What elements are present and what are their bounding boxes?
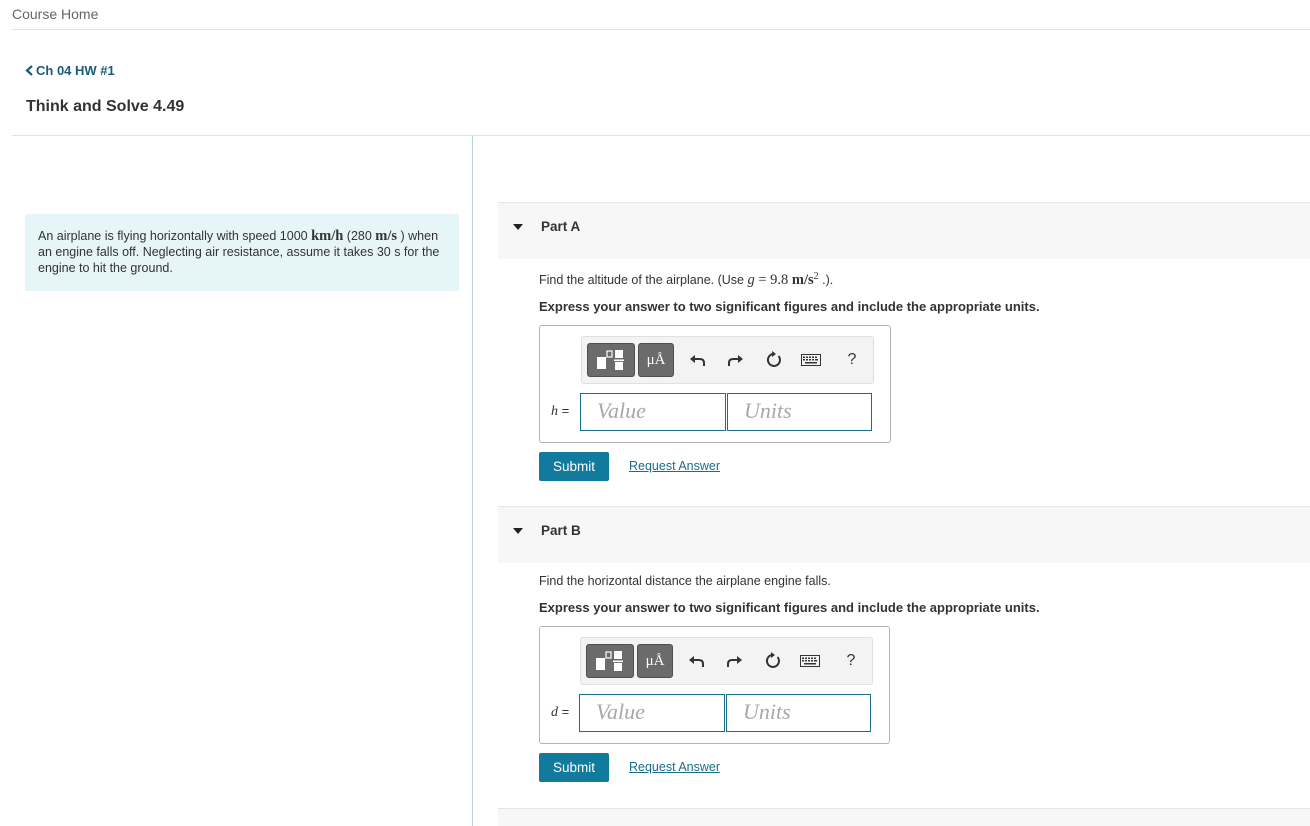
header-divider xyxy=(12,29,1310,30)
problem-text-1: An airplane is flying horizontally with … xyxy=(38,229,312,243)
back-to-assignment-link[interactable]: Ch 04 HW #1 xyxy=(25,63,115,78)
variable-symbol: h xyxy=(551,404,558,419)
keyboard-icon[interactable] xyxy=(799,650,821,672)
problem-statement: An airplane is flying horizontally with … xyxy=(25,214,459,291)
value-input[interactable]: Value xyxy=(580,393,726,431)
title-divider xyxy=(12,135,1310,136)
part-a-label: Part A xyxy=(541,219,581,234)
reset-icon[interactable] xyxy=(762,650,784,672)
units-button[interactable]: μÅ xyxy=(637,644,673,678)
variable-label: d = xyxy=(551,704,569,721)
part-b-question: Find the horizontal distance the airplan… xyxy=(539,574,831,588)
part-b-answer-box: μÅ ? d = Value Units xyxy=(539,626,890,744)
math-toolbar: μÅ ? xyxy=(580,637,873,685)
keyboard-icon[interactable] xyxy=(800,349,822,371)
speed-unit: km/h xyxy=(311,228,344,244)
templates-button[interactable] xyxy=(586,644,634,678)
part-a-instruction: Express your answer to two significant f… xyxy=(539,299,1040,314)
course-home-link[interactable]: Course Home xyxy=(12,6,98,22)
equals-sign: = xyxy=(558,403,570,418)
redo-icon[interactable] xyxy=(723,650,745,672)
next-part-header[interactable] xyxy=(498,808,1310,826)
page-title: Think and Solve 4.49 xyxy=(26,98,185,115)
templates-icon xyxy=(596,651,623,671)
help-icon[interactable]: ? xyxy=(841,349,863,371)
caret-down-icon[interactable] xyxy=(513,528,523,534)
part-b-header[interactable]: Part B xyxy=(498,506,1310,563)
back-link-label: Ch 04 HW #1 xyxy=(36,63,115,78)
variable-label: h = xyxy=(551,403,569,420)
caret-down-icon[interactable] xyxy=(513,224,523,230)
units-button[interactable]: μÅ xyxy=(638,343,674,377)
templates-button[interactable] xyxy=(587,343,635,377)
reset-icon[interactable] xyxy=(763,349,785,371)
question-variable: g xyxy=(747,272,755,289)
speed-unit-2: m/s xyxy=(375,228,398,244)
part-a-header[interactable]: Part A xyxy=(498,202,1310,259)
question-suffix: .). xyxy=(818,273,834,288)
variable-symbol: d xyxy=(551,705,558,720)
value-input[interactable]: Value xyxy=(579,694,725,732)
submit-button[interactable]: Submit xyxy=(539,452,609,481)
question-unit: m/s xyxy=(791,272,814,289)
chevron-left-icon xyxy=(25,65,33,76)
request-answer-link[interactable]: Request Answer xyxy=(629,760,720,774)
question-prefix: Find the altitude of the airplane. (Use xyxy=(539,273,748,288)
equals-sign: = xyxy=(558,704,570,719)
undo-icon[interactable] xyxy=(686,650,708,672)
units-input[interactable]: Units xyxy=(726,694,871,732)
math-toolbar: μÅ ? xyxy=(581,336,874,384)
redo-icon[interactable] xyxy=(724,349,746,371)
part-a-question: Find the altitude of the airplane. (Use … xyxy=(539,271,833,289)
undo-icon[interactable] xyxy=(687,349,709,371)
part-b-instruction: Express your answer to two significant f… xyxy=(539,600,1040,615)
units-input[interactable]: Units xyxy=(727,393,872,431)
request-answer-link[interactable]: Request Answer xyxy=(629,459,720,473)
question-equation: = 9.8 xyxy=(754,272,792,289)
submit-button[interactable]: Submit xyxy=(539,753,609,782)
column-divider xyxy=(472,136,473,826)
problem-text-2: (280 xyxy=(343,229,376,243)
help-icon[interactable]: ? xyxy=(840,650,862,672)
part-a-answer-box: μÅ ? h = Value Units xyxy=(539,325,891,443)
part-b-label: Part B xyxy=(541,523,581,538)
templates-icon xyxy=(597,350,624,370)
